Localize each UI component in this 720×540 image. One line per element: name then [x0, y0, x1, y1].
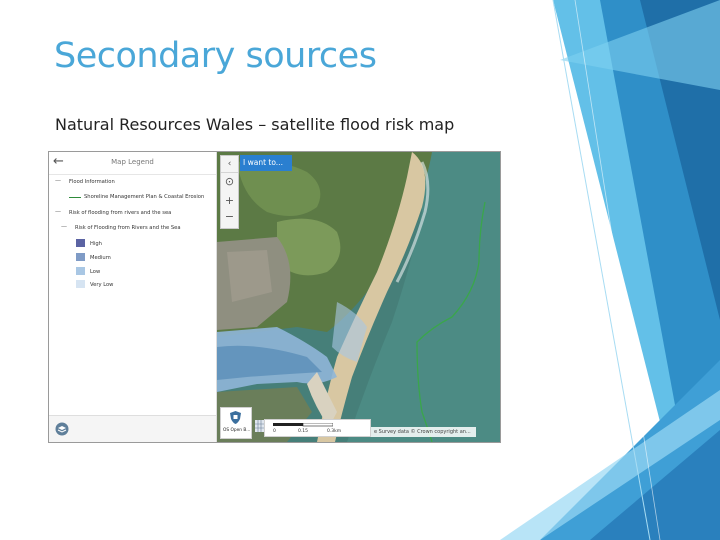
basemap-label: OS Open B...: [223, 428, 251, 433]
zoom-out-icon[interactable]: −: [221, 210, 238, 223]
scale-label-end: 0.3km: [327, 429, 342, 434]
slide-title: Secondary sources: [54, 36, 377, 76]
scale-label-start: 0: [273, 429, 276, 434]
risk-label-medium: Medium: [90, 255, 111, 261]
legend-item-shoreline: Shoreline Management Plan & Coastal Eros…: [84, 194, 205, 200]
map-toolbar: ‹ ⊙ + −: [220, 155, 239, 229]
legend-sublayer-rofrs[interactable]: Risk of Flooding from Rivers and the Sea: [75, 225, 181, 231]
legend-title: Map Legend: [111, 158, 154, 166]
shoreline-line-symbol: [69, 197, 81, 198]
scale-bar: 0 0.15 0.3km: [264, 419, 371, 437]
legend-footer: [49, 415, 216, 442]
collapse-dash-icon[interactable]: —: [55, 208, 61, 215]
collapse-dash-icon[interactable]: —: [61, 223, 67, 230]
map-attribution: e Survey data © Crown copyright an...: [371, 427, 476, 437]
swatch-medium: [76, 253, 85, 261]
collapse-dash-icon[interactable]: —: [55, 177, 61, 184]
scale-bar-graphic: [273, 423, 333, 427]
locate-icon[interactable]: ⊙: [221, 175, 238, 188]
legend-group-risk-of-flooding[interactable]: Risk of flooding from rivers and the sea: [69, 210, 171, 216]
swatch-low: [76, 267, 85, 275]
legend-header: ← Map Legend: [49, 152, 216, 175]
risk-label-high: High: [90, 241, 102, 247]
swatch-very-low: [76, 280, 85, 288]
legend-group-flood-information[interactable]: Flood Information: [69, 179, 115, 185]
map-legend-panel: ← Map Legend — Flood Information Shoreli…: [49, 152, 217, 442]
grid-icon[interactable]: [255, 420, 264, 432]
i-want-to-button[interactable]: I want to...: [240, 155, 292, 171]
flood-map-screenshot: ← Map Legend — Flood Information Shoreli…: [48, 151, 501, 443]
satellite-map[interactable]: [217, 152, 500, 442]
swatch-high: [76, 239, 85, 247]
chevron-left-icon[interactable]: ‹: [221, 156, 238, 173]
scale-label-mid: 0.15: [298, 429, 309, 434]
risk-label-very-low: Very Low: [90, 282, 114, 288]
basemap-switcher[interactable]: OS Open B...: [220, 407, 252, 439]
slide-subtitle: Natural Resources Wales – satellite floo…: [55, 115, 455, 134]
zoom-in-icon[interactable]: +: [221, 194, 238, 207]
risk-label-low: Low: [90, 269, 101, 275]
shield-icon: [230, 411, 241, 424]
layers-icon[interactable]: [55, 422, 69, 436]
